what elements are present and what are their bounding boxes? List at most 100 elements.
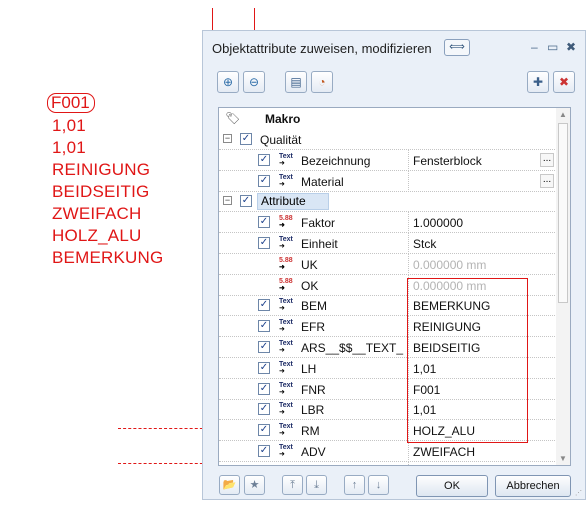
attribute-row[interactable]: ✓ Text ➜ Einheit Stck: [219, 233, 557, 254]
vertical-scrollbar[interactable]: ▲ ▼: [556, 108, 570, 465]
move-top-icon[interactable]: ⤒: [282, 475, 303, 495]
attribute-checkbox[interactable]: ✓: [258, 361, 270, 374]
attribute-row[interactable]: 5.88➜Länge0.683300 m: [219, 461, 557, 465]
object-attributes-dialog: Objektattribute zuweisen, modifizieren ⟺…: [202, 30, 586, 500]
attribute-checkbox[interactable]: ✓: [258, 424, 270, 437]
column-separator: [408, 150, 409, 171]
attribute-name: ARS__$$__TEXT_: [301, 341, 404, 355]
attribute-tree-panel: 🏷 Makro − ✓ Qualität ✓ Text ➜ Bezeichnung Fenst…: [218, 107, 571, 466]
attribute-name: BEM: [301, 299, 328, 314]
attribute-checkbox[interactable]: ✓: [258, 299, 270, 312]
attribute-name: Faktor: [301, 216, 336, 231]
dialog-toolbar: ⊕ ⊖ ▤ ◔ ✚ ✖: [217, 71, 575, 95]
group-checkbox[interactable]: ✓: [240, 133, 252, 145]
cancel-button[interactable]: Abbrechen: [495, 475, 571, 497]
cad-dashed-line: [118, 428, 208, 429]
cad-text-line: HOLZ_ALU: [52, 226, 142, 245]
attribute-row[interactable]: ✓ Text ➜ ADV ZWEIFACH: [219, 441, 557, 462]
column-separator: [408, 441, 409, 462]
text-type-icon: Text ➜: [279, 381, 293, 396]
column-separator: [408, 233, 409, 254]
text-type-icon: Text ➜: [279, 173, 293, 188]
remove-attribute-icon[interactable]: ✖: [553, 71, 575, 93]
attribute-checkbox[interactable]: ✓: [258, 153, 270, 166]
column-separator: [408, 170, 409, 192]
cad-text-line: REINIGUNG: [52, 160, 151, 179]
attribute-row[interactable]: ✓ Text ➜ Bezeichnung Fensterblock...: [219, 149, 557, 171]
text-type-icon: Text ➜: [279, 444, 293, 458]
column-separator: [408, 253, 409, 275]
maximize-button[interactable]: ▭: [547, 40, 558, 54]
open-folder-icon[interactable]: 📂: [219, 475, 240, 495]
scroll-down-icon[interactable]: ▼: [558, 454, 568, 463]
attribute-row[interactable]: ✓ 5.88 ➜ Faktor 1.000000: [219, 212, 557, 234]
attribute-name: OK: [301, 278, 319, 293]
highlight-box: [407, 278, 528, 443]
text-type-icon: Text ➜: [279, 236, 293, 250]
cad-text-line: 1,01: [52, 138, 86, 157]
attribute-row[interactable]: ✓ Text ➜ Material...: [219, 170, 557, 192]
attribute-value[interactable]: Stck: [413, 237, 436, 251]
palette-icon[interactable]: ◔: [311, 71, 333, 93]
text-type-icon: Text ➜: [279, 340, 293, 354]
attribute-value[interactable]: 0.000000 mm: [413, 258, 486, 272]
number-type-icon: 5.88➜: [279, 256, 293, 271]
browse-button[interactable]: ...: [540, 173, 554, 188]
favorites-icon[interactable]: ★: [244, 475, 265, 495]
add-attribute-icon[interactable]: ✚: [527, 71, 549, 93]
column-separator: [408, 212, 409, 234]
ok-button[interactable]: OK: [416, 475, 488, 497]
close-button[interactable]: ✖: [566, 40, 576, 54]
attribute-value[interactable]: ZWEIFACH: [413, 445, 475, 459]
attribute-checkbox[interactable]: ✓: [258, 403, 270, 416]
text-type-icon: Text ➜: [279, 298, 293, 313]
resize-grip-icon[interactable]: ⋰: [575, 489, 582, 497]
number-type-icon: 5.88➜: [279, 277, 293, 292]
cad-dashed-line: [118, 463, 208, 464]
cad-text-line: ZWEIFACH: [52, 204, 142, 223]
transfer-arrows-icon[interactable]: ⟺: [444, 39, 470, 56]
text-type-icon: Text ➜: [279, 152, 293, 167]
attribute-checkbox[interactable]: ✓: [258, 382, 270, 395]
group-label: Attribute: [257, 193, 329, 211]
attribute-list-icon[interactable]: ▤: [285, 71, 307, 93]
attribute-row[interactable]: 5.88 ➜ UK 0.000000 mm: [219, 253, 557, 275]
group-checkbox[interactable]: ✓: [240, 195, 252, 208]
tag-icon: 🏷: [225, 111, 241, 125]
tree-root-row: 🏷 Makro: [219, 108, 557, 129]
browse-button[interactable]: ...: [540, 152, 554, 167]
collapse-all-icon[interactable]: ⊖: [243, 71, 265, 93]
move-bottom-icon[interactable]: ⤓: [306, 475, 327, 495]
attribute-name: FNR: [301, 382, 326, 397]
cad-tick-mark: [212, 8, 213, 30]
scroll-thumb[interactable]: [558, 123, 568, 303]
expand-all-icon[interactable]: ⊕: [217, 71, 239, 93]
text-type-icon: Text ➜: [279, 402, 293, 417]
text-type-icon: Text ➜: [279, 319, 293, 334]
attribute-checkbox[interactable]: ✓: [258, 320, 270, 333]
cad-text-line: 1,01: [52, 116, 86, 135]
collapse-toggle-icon[interactable]: −: [223, 134, 232, 143]
attribute-checkbox[interactable]: ✓: [258, 174, 270, 187]
attribute-name: Einheit: [301, 237, 338, 251]
scroll-up-icon[interactable]: ▲: [558, 110, 568, 119]
attribute-checkbox[interactable]: ✓: [258, 445, 270, 457]
dialog-bottom-bar: 📂 ★ ⤒ ⤓ ↑ ↓ OK Abbrechen ⋰: [203, 471, 585, 499]
attribute-name: UK: [301, 257, 318, 272]
attribute-name: LH: [301, 361, 317, 376]
move-up-icon[interactable]: ↑: [344, 475, 365, 495]
move-down-icon[interactable]: ↓: [368, 475, 389, 495]
collapse-toggle-icon[interactable]: −: [223, 196, 232, 206]
tree-root-label: Makro: [265, 112, 301, 126]
attribute-checkbox[interactable]: ✓: [258, 341, 270, 353]
cad-window-code: F001: [47, 93, 95, 113]
attribute-checkbox[interactable]: ✓: [258, 237, 270, 249]
attribute-name: EFR: [301, 320, 325, 335]
minimize-button[interactable]: –: [531, 40, 538, 54]
group-row-qualitaet[interactable]: − ✓ Qualität: [219, 129, 557, 150]
attribute-value[interactable]: 1.000000: [413, 216, 463, 230]
dialog-titlebar[interactable]: Objektattribute zuweisen, modifizieren ⟺…: [203, 31, 585, 65]
attribute-checkbox[interactable]: ✓: [258, 216, 270, 229]
attribute-value[interactable]: Fensterblock: [413, 154, 482, 168]
group-row-attribute[interactable]: − ✓ Attribute: [219, 191, 557, 213]
